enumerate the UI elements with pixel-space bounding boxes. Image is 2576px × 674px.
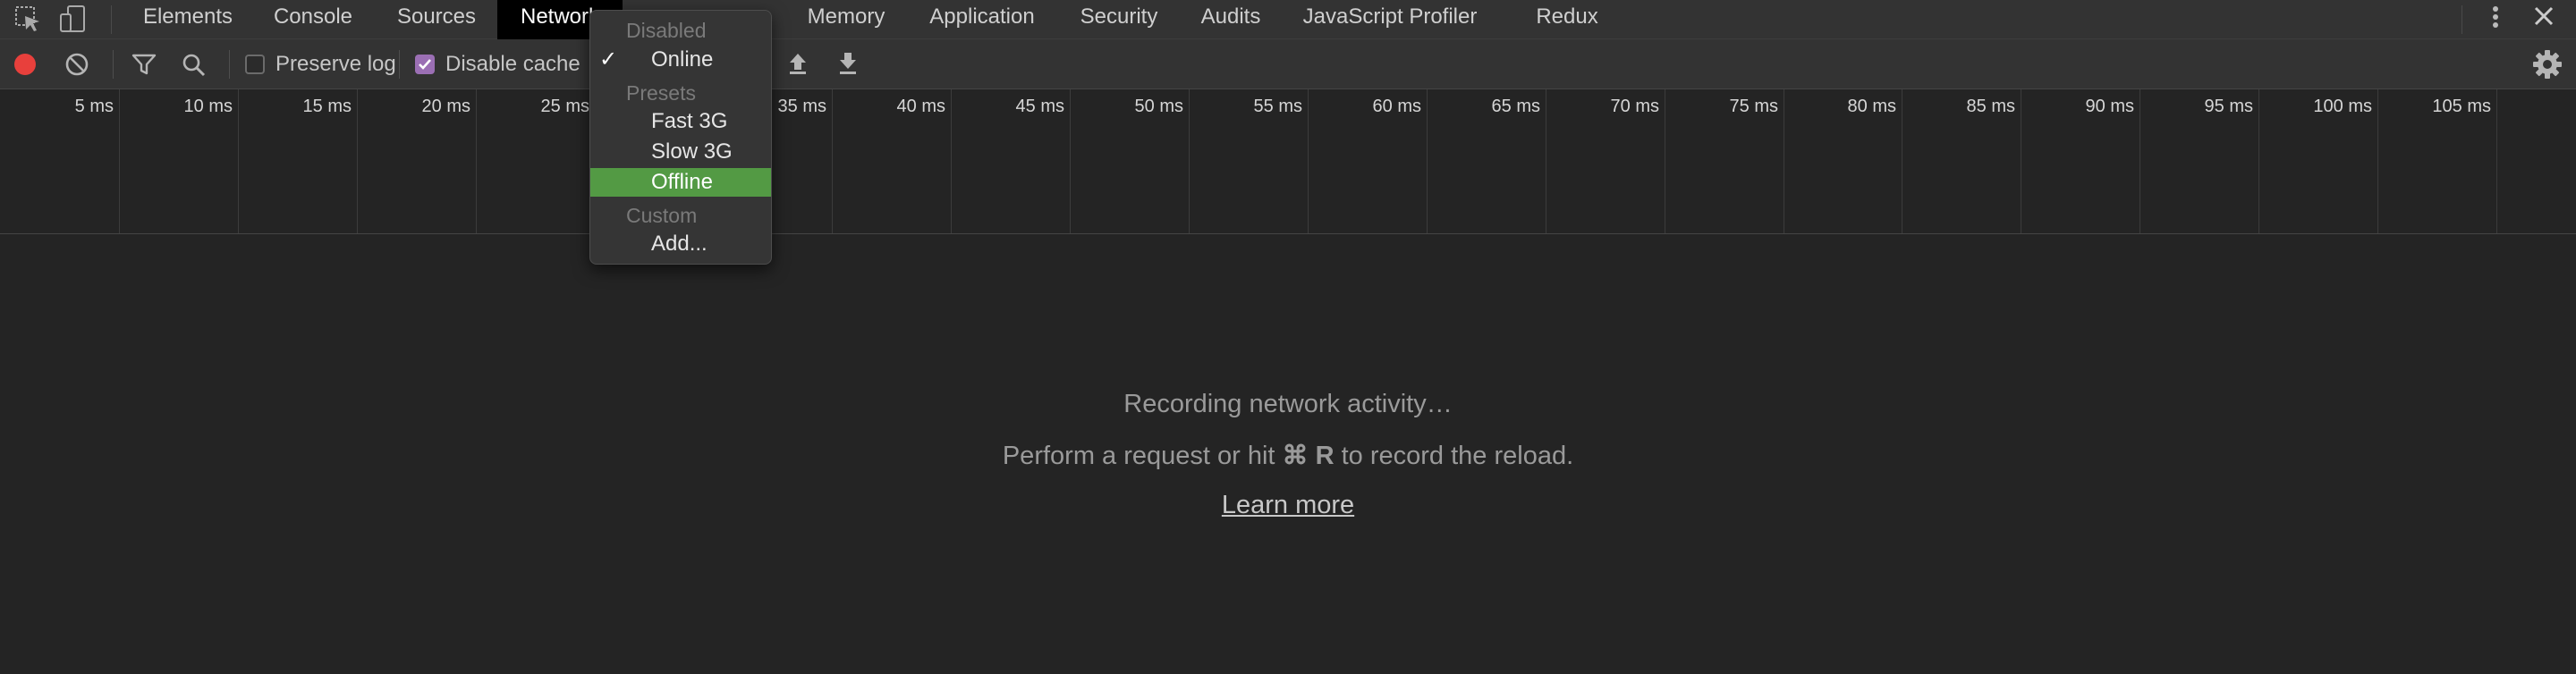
timeline-gridline bbox=[357, 89, 358, 233]
reload-shortcut: ⌘ R bbox=[1282, 442, 1335, 470]
menu-item-slow-3g[interactable]: Slow 3G bbox=[590, 138, 771, 166]
timeline-gridline bbox=[2496, 89, 2497, 233]
tab-redux[interactable]: Redux bbox=[1521, 0, 1614, 39]
timeline-tick-label: 90 ms bbox=[2085, 97, 2134, 116]
network-timeline-overview[interactable]: 5 ms10 ms15 ms20 ms25 ms30 ms35 ms40 ms4… bbox=[0, 89, 2576, 234]
timeline-gridline bbox=[1308, 89, 1309, 233]
tab-javascript-profiler[interactable]: JavaScript Profiler bbox=[1293, 0, 1487, 39]
timeline-tick-label: 105 ms bbox=[2432, 97, 2491, 116]
timeline-tick-label: 40 ms bbox=[896, 97, 945, 116]
menu-header-custom: Custom bbox=[626, 204, 698, 227]
menu-item-online[interactable]: ✓ Online bbox=[590, 46, 771, 74]
reload-hint-text: Perform a request or hit ⌘ R to record t… bbox=[0, 440, 2576, 471]
close-icon[interactable] bbox=[2526, 0, 2562, 36]
timeline-gridline bbox=[2258, 89, 2259, 233]
timeline-tick-label: 25 ms bbox=[540, 97, 589, 116]
menu-item-add[interactable]: Add... bbox=[590, 230, 771, 258]
toolbar-divider bbox=[229, 50, 230, 79]
timeline-gridline bbox=[832, 89, 833, 233]
tab-elements[interactable]: Elements bbox=[134, 0, 242, 39]
timeline-tick-label: 45 ms bbox=[1015, 97, 1064, 116]
record-icon[interactable] bbox=[13, 52, 38, 77]
tab-sources[interactable]: Sources bbox=[383, 0, 490, 39]
menu-item-fast-3g[interactable]: Fast 3G bbox=[590, 107, 771, 136]
reload-hint-suffix: to record the reload. bbox=[1334, 442, 1574, 470]
checkmark-icon bbox=[419, 59, 431, 70]
network-toolbar: Preserve log Disable cache bbox=[0, 39, 2576, 89]
devtools-tab-bar: Elements Console Sources Network Memory … bbox=[0, 0, 2576, 39]
clear-icon[interactable] bbox=[64, 52, 89, 77]
throttling-dropdown-menu: Disabled ✓ Online Presets Fast 3G Slow 3… bbox=[589, 10, 772, 265]
menu-item-offline[interactable]: Offline bbox=[590, 168, 771, 197]
disable-cache-checkbox[interactable]: Disable cache bbox=[415, 39, 580, 89]
preserve-log-box[interactable] bbox=[245, 55, 265, 74]
tab-memory[interactable]: Memory bbox=[796, 0, 896, 39]
menu-header-disabled: Disabled bbox=[626, 19, 707, 42]
tab-bar-divider bbox=[111, 5, 112, 34]
timeline-tick-label: 70 ms bbox=[1610, 97, 1659, 116]
disable-cache-box[interactable] bbox=[415, 55, 435, 74]
toolbar-divider bbox=[113, 50, 114, 79]
tab-application[interactable]: Application bbox=[921, 0, 1043, 39]
timeline-gridline bbox=[1189, 89, 1190, 233]
timeline-tick-label: 10 ms bbox=[183, 97, 233, 116]
tab-console[interactable]: Console bbox=[259, 0, 367, 39]
timeline-gridline bbox=[1070, 89, 1071, 233]
toolbar-divider bbox=[399, 50, 400, 79]
reload-hint-prefix: Perform a request or hit bbox=[1002, 442, 1283, 470]
export-har-icon[interactable] bbox=[835, 50, 860, 77]
timeline-tick-label: 95 ms bbox=[2204, 97, 2253, 116]
timeline-gridline bbox=[2377, 89, 2378, 233]
menu-item-online-label: Online bbox=[651, 47, 714, 72]
more-options-icon[interactable] bbox=[2479, 0, 2512, 36]
settings-gear-icon[interactable] bbox=[2531, 48, 2563, 80]
preserve-log-label: Preserve log bbox=[275, 52, 396, 76]
device-toolbar-icon[interactable] bbox=[57, 4, 89, 36]
timeline-gridline bbox=[1427, 89, 1428, 233]
checkmark-icon: ✓ bbox=[599, 47, 618, 72]
preserve-log-checkbox[interactable]: Preserve log bbox=[245, 39, 396, 89]
timeline-gridline bbox=[119, 89, 120, 233]
timeline-tick-label: 50 ms bbox=[1134, 97, 1183, 116]
timeline-tick-label: 85 ms bbox=[1966, 97, 2015, 116]
timeline-tick-label: 5 ms bbox=[74, 97, 114, 116]
search-icon[interactable] bbox=[181, 52, 208, 79]
timeline-tick-label: 20 ms bbox=[421, 97, 470, 116]
import-har-icon[interactable] bbox=[785, 50, 810, 77]
timeline-tick-label: 60 ms bbox=[1372, 97, 1421, 116]
timeline-tick-label: 55 ms bbox=[1253, 97, 1302, 116]
timeline-tick-label: 80 ms bbox=[1847, 97, 1896, 116]
timeline-tick-label: 100 ms bbox=[2313, 97, 2372, 116]
learn-more-link[interactable]: Learn more bbox=[0, 491, 2576, 520]
filter-icon[interactable] bbox=[131, 52, 157, 77]
disable-cache-label: Disable cache bbox=[445, 52, 580, 76]
timeline-tick-label: 65 ms bbox=[1491, 97, 1540, 116]
inspect-element-icon[interactable] bbox=[13, 4, 45, 36]
timeline-gridline bbox=[238, 89, 239, 233]
tab-audits[interactable]: Audits bbox=[1195, 0, 1267, 39]
tab-security[interactable]: Security bbox=[1070, 0, 1168, 39]
timeline-tick-label: 15 ms bbox=[302, 97, 352, 116]
recording-status-text: Recording network activity… bbox=[1123, 390, 1453, 418]
menu-header-presets: Presets bbox=[626, 81, 696, 105]
timeline-tick-label: 75 ms bbox=[1729, 97, 1778, 116]
timeline-gridline bbox=[476, 89, 477, 233]
timeline-gridline bbox=[951, 89, 952, 233]
